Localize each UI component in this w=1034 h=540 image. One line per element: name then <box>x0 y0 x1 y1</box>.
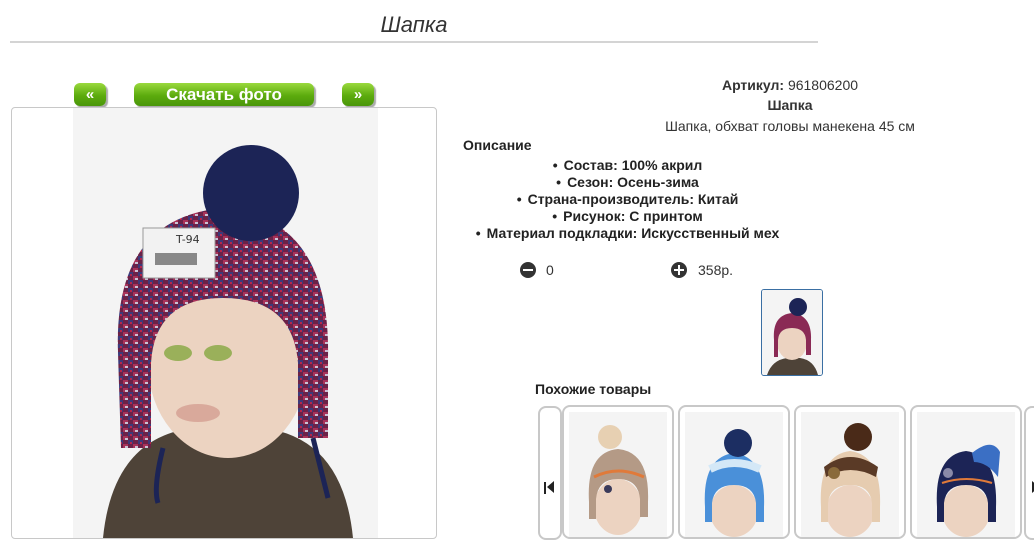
child-in-knitted-hat-image: T-94 <box>73 108 378 538</box>
spec-item: Сезон: Осень-зима <box>460 174 795 191</box>
similar-item[interactable] <box>910 405 1022 539</box>
article-value: 961806200 <box>787 77 859 93</box>
similar-item[interactable] <box>678 405 790 539</box>
brown-hat-photo <box>801 412 899 537</box>
product-short-desc: Шапка, обхват головы манекена 45 см <box>665 118 915 134</box>
spec-item: Материал подкладки: Искусственный мех <box>460 225 795 242</box>
blue-hat-photo <box>685 412 783 537</box>
next-photo-button[interactable]: » <box>342 83 374 106</box>
similar-heading: Похожие товары <box>535 381 652 397</box>
prev-photo-button[interactable]: « <box>74 83 106 106</box>
spec-item: Состав: 100% акрил <box>460 157 795 174</box>
product-name: Шапка <box>767 97 813 113</box>
product-thumbnail[interactable] <box>761 289 823 376</box>
description-heading: Описание <box>463 137 532 153</box>
navy-hat-photo <box>917 412 1015 537</box>
similar-item[interactable] <box>562 405 674 539</box>
article-line: Артикул: 961806200 <box>560 77 1020 93</box>
thumbnail-image <box>762 290 822 375</box>
price: 358р. <box>698 262 734 278</box>
main-product-photo[interactable]: T-94 <box>11 107 437 539</box>
minus-icon[interactable] <box>520 262 536 278</box>
spec-item: Страна-производитель: Китай <box>460 191 795 208</box>
quantity-value: 0 <box>546 262 554 278</box>
similar-item[interactable] <box>794 405 906 539</box>
beige-hat-photo <box>569 412 667 537</box>
page-title: Шапка <box>380 12 448 37</box>
plus-icon[interactable] <box>671 262 687 278</box>
spec-list: Состав: 100% акрил Сезон: Осень-зима Стр… <box>460 157 795 242</box>
svg-text:T-94: T-94 <box>175 233 200 246</box>
carousel-next-button[interactable] <box>1024 406 1034 540</box>
download-photo-button[interactable]: Скачать фото <box>134 83 314 106</box>
carousel-prev-button[interactable] <box>538 406 562 540</box>
skip-back-icon <box>544 482 546 494</box>
spec-item: Рисунок: С принтом <box>460 208 795 225</box>
title-divider <box>10 41 818 43</box>
article-label: Артикул: <box>721 77 785 93</box>
